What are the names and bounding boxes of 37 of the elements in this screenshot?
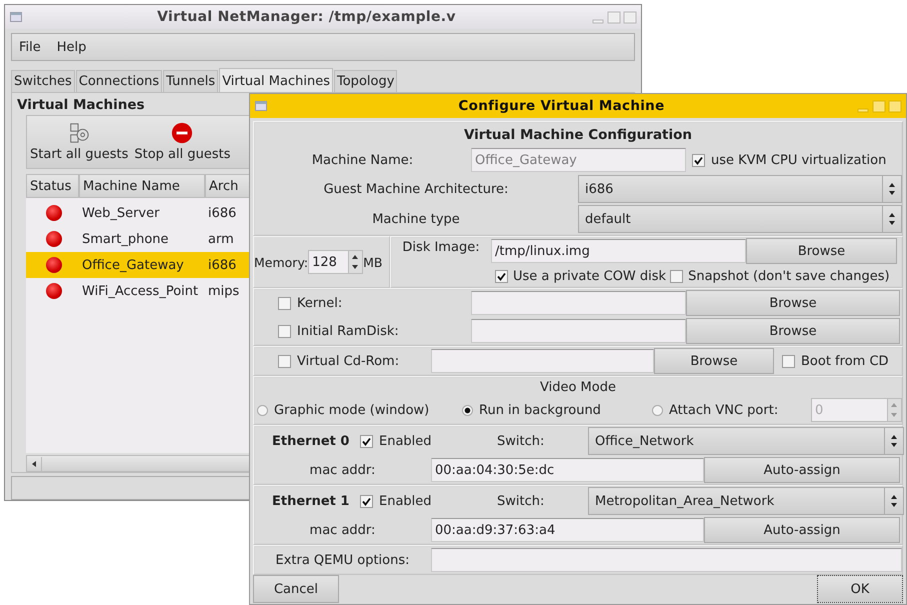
section-title: Virtual Machines <box>17 97 145 113</box>
table-cell-text: mips <box>207 284 240 298</box>
unit-label: MB <box>363 254 383 270</box>
checkbox-label: Enabled <box>379 434 433 448</box>
table-cell-text: arm <box>207 232 235 246</box>
field-label: Machine Name: <box>310 152 414 168</box>
radio-label: Graphic mode (window) <box>274 402 430 418</box>
ethernet-title: Ethernet 1 <box>271 494 350 508</box>
radio-label: Run in background <box>479 402 601 418</box>
checkbox-label: Virtual Cd-Rom: <box>297 354 400 368</box>
window-title: Virtual NetManager: /tmp/example.v <box>156 9 457 25</box>
ethernet-title: Ethernet 0 <box>271 434 350 448</box>
field-label: Memory: <box>254 254 308 270</box>
checkbox-label: Initial RamDisk: <box>297 324 399 338</box>
checkbox-label: Boot from CD <box>801 354 889 368</box>
field-label: Switch: <box>496 494 546 508</box>
checkbox-label: Enabled <box>379 494 433 508</box>
table-cell-text: WiFi_Access_Point <box>81 284 200 298</box>
field-label: Switch: <box>496 434 546 448</box>
field-label: mac addr: <box>308 462 376 478</box>
table-cell-text: Web_Server <box>81 206 160 220</box>
table-cell-text: i686 <box>207 206 238 220</box>
field-label: Disk Image: <box>401 239 481 255</box>
window-title: Configure Virtual Machine <box>457 98 666 114</box>
field-label: Machine type <box>371 212 461 226</box>
radio-label: Attach VNC port: <box>669 402 778 418</box>
checkbox-label: Snapshot (don't save changes) <box>688 268 890 284</box>
table-cell-text: Smart_phone <box>81 232 170 246</box>
table-cell-text: Office_Gateway <box>81 258 185 272</box>
checkbox-label: Use a private COW disk <box>513 268 666 284</box>
dialog-heading: Virtual Machine Configuration <box>462 126 694 145</box>
field-label: Guest Machine Architecture: <box>322 182 510 196</box>
checkbox-label: Kernel: <box>297 296 342 310</box>
group-title: Video Mode <box>539 379 617 395</box>
field-label: Extra QEMU options: <box>274 552 411 568</box>
field-label: mac addr: <box>308 522 376 538</box>
checkbox-label: use KVM CPU virtualization <box>711 152 886 168</box>
